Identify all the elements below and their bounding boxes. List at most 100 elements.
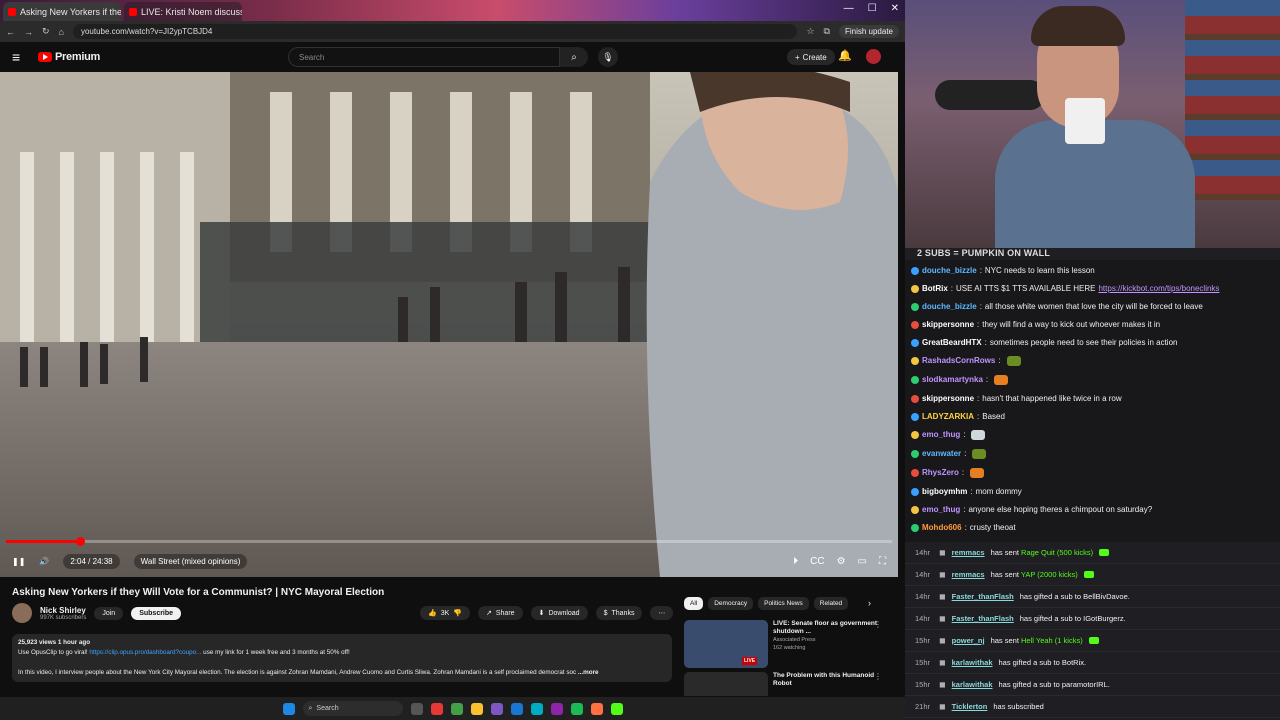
related-info: LIVE: Senate floor as government shutdow… bbox=[773, 620, 884, 668]
more-actions-button[interactable]: ⋯ bbox=[650, 606, 674, 620]
notifications-bell-icon[interactable]: 🔔 bbox=[838, 49, 852, 62]
chrome-icon[interactable] bbox=[450, 702, 463, 715]
chat-username[interactable]: skippersonne bbox=[922, 394, 974, 403]
chat-username[interactable]: RashadsCornRows bbox=[922, 356, 995, 365]
chip-all[interactable]: All bbox=[684, 597, 704, 610]
related-video-item[interactable]: LIVE LIVE: Senate floor as government sh… bbox=[684, 620, 884, 668]
hamburger-menu-icon[interactable]: ≡ bbox=[12, 49, 30, 65]
download-button[interactable]: ⬇ Download bbox=[530, 606, 588, 620]
chat-username[interactable]: douche_bizzle bbox=[922, 266, 977, 275]
event-text: has gifted a sub to bbox=[998, 680, 1062, 689]
minimize-icon[interactable]: — bbox=[844, 3, 854, 14]
home-icon[interactable]: ⌂ bbox=[59, 27, 64, 37]
search-input[interactable]: Search bbox=[288, 47, 560, 67]
like-button[interactable]: 👍 3K 👎 bbox=[420, 606, 470, 620]
event-username[interactable]: Faster_thanFlash bbox=[952, 592, 1014, 601]
event-username[interactable]: remmacs bbox=[952, 570, 985, 579]
spotify-icon[interactable] bbox=[570, 702, 583, 715]
task-view-icon[interactable] bbox=[410, 702, 423, 715]
account-avatar[interactable] bbox=[866, 49, 881, 64]
description-box[interactable]: 25,923 views 1 hour ago Use OpusClip to … bbox=[12, 634, 672, 682]
maximize-icon[interactable]: ☐ bbox=[868, 3, 877, 14]
more-options-icon[interactable]: ⋮ bbox=[874, 620, 882, 629]
join-button[interactable]: Join bbox=[94, 606, 124, 620]
app-icon[interactable] bbox=[590, 702, 603, 715]
chat-username[interactable]: slodkamartynka bbox=[922, 375, 983, 384]
autoplay-toggle-icon[interactable]: ⏵ bbox=[793, 556, 798, 567]
event-username[interactable]: karlawithak bbox=[952, 658, 993, 667]
chat-username[interactable]: skippersonne bbox=[922, 320, 974, 329]
event-type-icon: ◼ bbox=[939, 548, 946, 557]
chat-username[interactable]: bigboymhm bbox=[922, 487, 967, 496]
chat-username[interactable]: BotRix bbox=[922, 284, 948, 293]
app-icon[interactable] bbox=[430, 702, 443, 715]
thanks-button[interactable]: $ Thanks bbox=[595, 606, 643, 620]
chat-separator: : bbox=[984, 338, 987, 347]
back-icon[interactable]: ← bbox=[6, 27, 15, 37]
chat-username[interactable]: emo_thug bbox=[922, 430, 960, 439]
extensions-icon[interactable]: ⧉ bbox=[824, 26, 830, 37]
captions-icon[interactable]: CC bbox=[810, 556, 824, 567]
search-button[interactable]: ⌕ bbox=[560, 47, 588, 67]
chat-link[interactable]: https://kickbot.com/tips/boneclinks bbox=[1098, 284, 1219, 293]
chat-username[interactable]: LADYZARKIA bbox=[922, 412, 974, 421]
event-username[interactable]: power_nj bbox=[952, 636, 985, 645]
video-player[interactable]: ❚❚ 🔊 2:04 / 24:38 Wall Street (mixed opi… bbox=[0, 72, 898, 577]
chat-username[interactable]: RhysZero bbox=[922, 468, 959, 477]
fullscreen-icon[interactable]: ⛶ bbox=[879, 556, 886, 567]
event-username[interactable]: karlawithak bbox=[952, 680, 993, 689]
settings-gear-icon[interactable]: ⚙ bbox=[837, 556, 846, 567]
windows-start-icon[interactable] bbox=[282, 702, 295, 715]
app-icon[interactable] bbox=[510, 702, 523, 715]
volume-icon[interactable]: 🔊 bbox=[39, 557, 49, 566]
forward-icon[interactable]: → bbox=[24, 27, 33, 37]
chat-username[interactable]: emo_thug bbox=[922, 505, 960, 514]
miniplayer-icon[interactable]: ▭ bbox=[858, 556, 867, 567]
emote-icon bbox=[994, 375, 1009, 385]
event-username[interactable]: Ticklerton bbox=[952, 702, 988, 711]
event-username[interactable]: remmacs bbox=[952, 548, 985, 557]
chapter-title[interactable]: Wall Street (mixed opinions) bbox=[133, 553, 248, 569]
chat-separator: : bbox=[950, 284, 954, 293]
taskbar-search[interactable]: ⌕ Search bbox=[302, 701, 403, 716]
thumbs-down-icon[interactable]: 👎 bbox=[453, 609, 462, 617]
chip-politics-news[interactable]: Politics News bbox=[758, 597, 809, 610]
reload-icon[interactable]: ↻ bbox=[42, 26, 50, 37]
subscribe-button[interactable]: Subscribe bbox=[131, 606, 182, 620]
tab-inactive[interactable]: LIVE: Kristi Noem discusses 'O ✕ bbox=[124, 2, 242, 21]
channel-avatar[interactable] bbox=[12, 603, 32, 623]
chips-next-icon[interactable]: › bbox=[868, 598, 871, 608]
discord-icon[interactable] bbox=[490, 702, 503, 715]
event-text: has subscribed bbox=[993, 702, 1044, 711]
event-username[interactable]: Faster_thanFlash bbox=[952, 614, 1014, 623]
chat-username[interactable]: GreatBeardHTX bbox=[922, 338, 982, 347]
files-icon[interactable] bbox=[470, 702, 483, 715]
chat-username[interactable]: evanwater bbox=[922, 449, 961, 458]
close-window-icon[interactable]: ✕ bbox=[891, 3, 899, 14]
chip-related[interactable]: Related bbox=[813, 597, 849, 610]
related-video-item[interactable]: The Problem with this Humanoid Robot ⋮ bbox=[684, 672, 884, 696]
youtube-logo[interactable]: Premium bbox=[38, 51, 100, 63]
star-icon[interactable]: ☆ bbox=[806, 26, 814, 37]
more-options-icon[interactable]: ⋮ bbox=[874, 672, 882, 681]
progress-bar[interactable] bbox=[6, 537, 892, 546]
finish-update-button[interactable]: Finish update bbox=[838, 25, 899, 38]
create-button[interactable]: + Create bbox=[787, 49, 835, 65]
tab-active[interactable]: Asking New Yorkers if they ✕ bbox=[3, 2, 121, 21]
url-field[interactable]: youtube.com/watch?v=JI2ypTCBJD4 bbox=[72, 24, 798, 39]
chat-message: skippersonne: hasn't that happened like t… bbox=[911, 390, 1274, 408]
kick-icon[interactable] bbox=[610, 702, 623, 715]
chat-username[interactable]: Mohdo606 bbox=[922, 523, 962, 532]
pause-icon[interactable]: ❚❚ bbox=[12, 557, 25, 566]
show-more-link[interactable]: ...more bbox=[578, 669, 599, 676]
app-icon[interactable] bbox=[530, 702, 543, 715]
youtube-favicon-icon bbox=[129, 7, 137, 16]
desc-link[interactable]: https://clip.opus.pro/dashboard?coupo... bbox=[89, 649, 201, 656]
voice-search-button[interactable]: 🎙 bbox=[598, 47, 618, 67]
chip-democracy[interactable]: Democracy bbox=[708, 597, 754, 610]
channel-name[interactable]: Nick Shirley bbox=[40, 606, 86, 615]
share-button[interactable]: ↗ Share bbox=[478, 606, 523, 620]
thanks-icon: $ bbox=[603, 609, 608, 617]
app-icon[interactable] bbox=[550, 702, 563, 715]
chat-username[interactable]: douche_bizzle bbox=[922, 302, 977, 311]
